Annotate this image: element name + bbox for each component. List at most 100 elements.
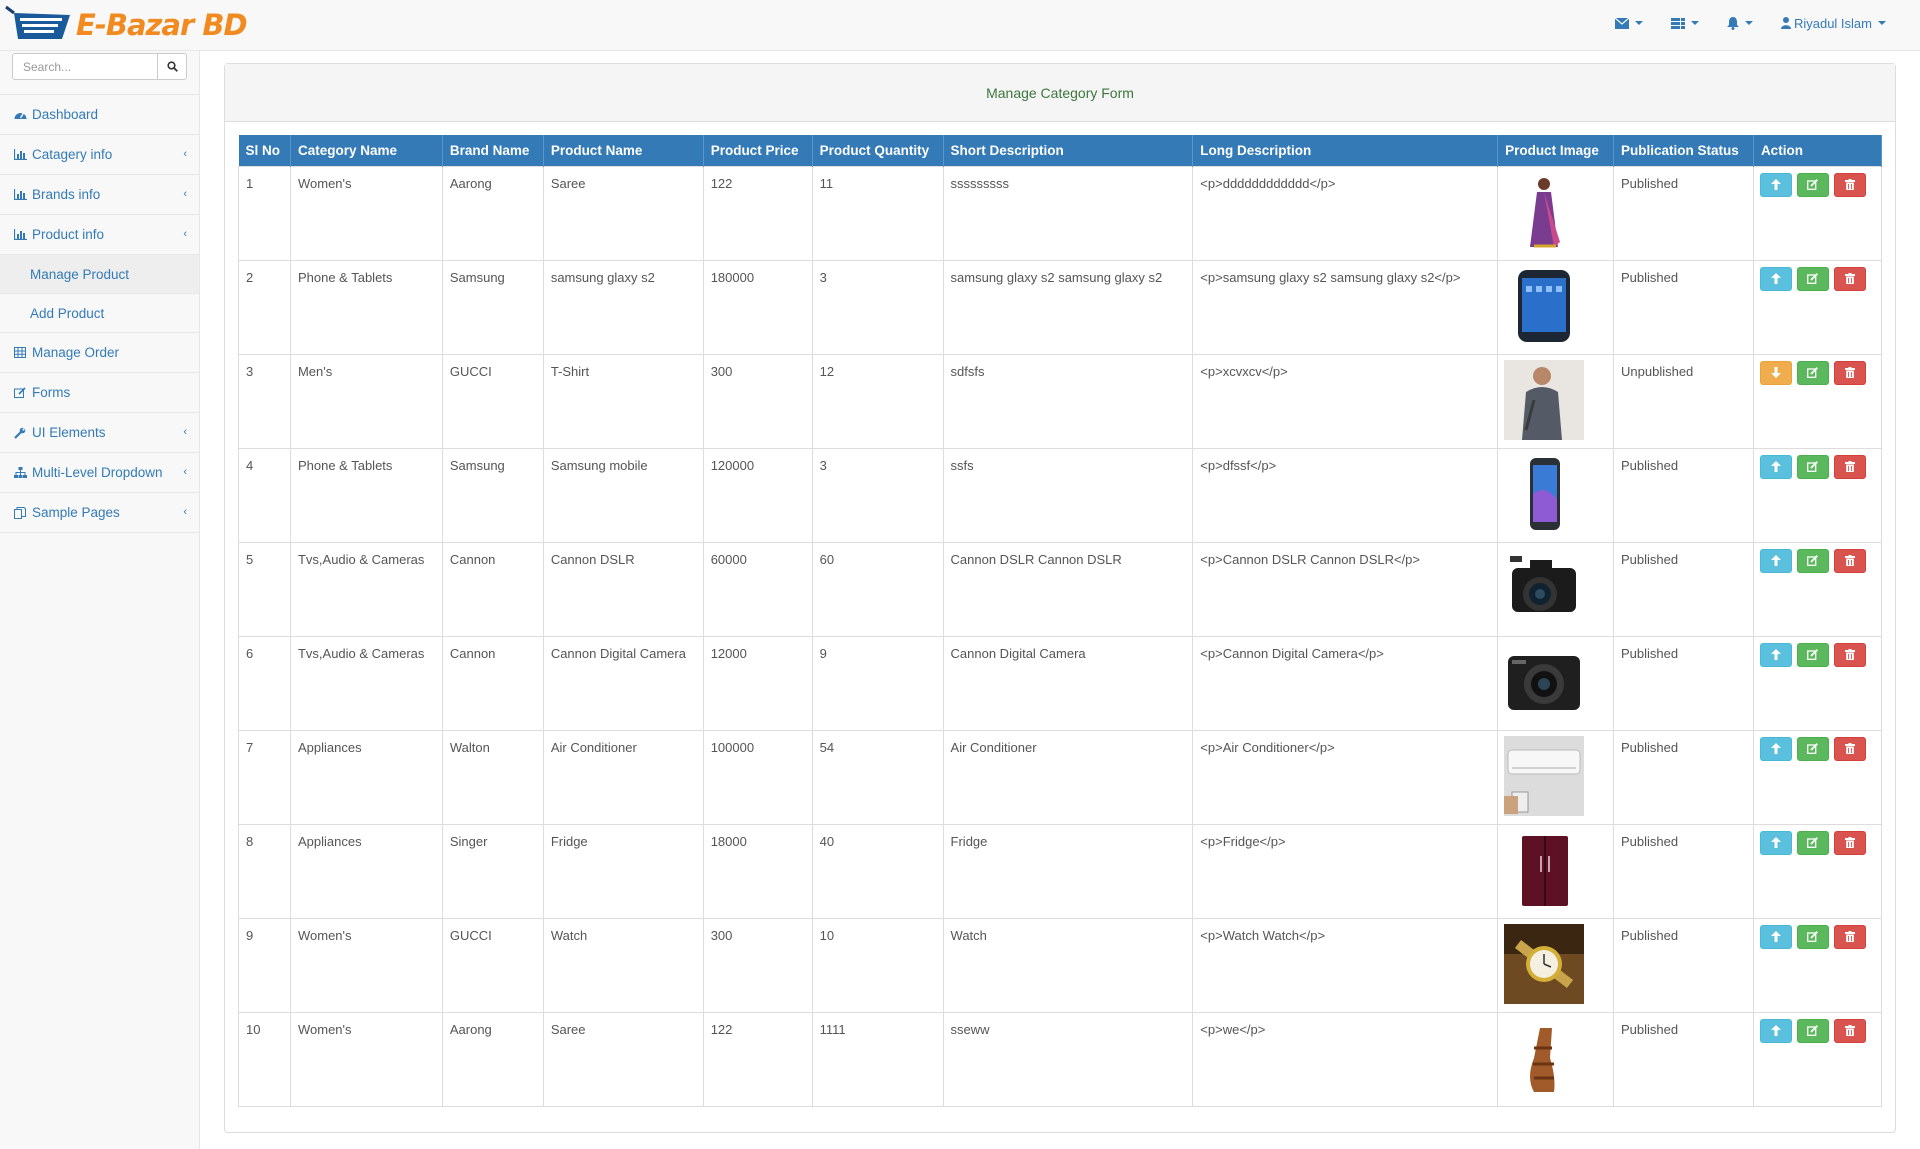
sidebar-item-product-info[interactable]: Product info ‹ xyxy=(0,215,199,255)
cell-product-quantity: 11 xyxy=(811,165,944,261)
sidebar-item-forms[interactable]: Forms xyxy=(0,373,199,413)
caret-down-icon xyxy=(1634,21,1643,25)
delete-button[interactable] xyxy=(1833,924,1866,949)
cell-product-quantity: 40 xyxy=(811,823,944,919)
action-buttons xyxy=(1759,642,1875,667)
sidebar-item-manage-order[interactable]: Manage Order xyxy=(0,333,199,373)
user-dropdown[interactable]: Riyadul Islam xyxy=(1767,0,1900,46)
th-publication-status[interactable]: Publication Status xyxy=(1613,135,1754,166)
edit-icon xyxy=(13,387,27,398)
delete-button[interactable] xyxy=(1833,454,1866,479)
th-product-quantity[interactable]: Product Quantity xyxy=(812,135,944,166)
action-buttons xyxy=(1759,830,1875,855)
sidebar-item-dashboard[interactable]: Dashboard xyxy=(0,95,199,135)
edit-button[interactable] xyxy=(1796,266,1829,291)
edit-button[interactable] xyxy=(1796,1018,1829,1043)
cell-brand-name: Walton xyxy=(441,729,544,825)
cell-category-name: Women's xyxy=(289,165,443,261)
cell-action xyxy=(1752,1011,1883,1107)
cell-sl-no: 7 xyxy=(238,729,291,825)
brand-logo[interactable]: E-Bazar BD xyxy=(4,2,248,48)
action-buttons xyxy=(1759,736,1875,761)
sidebar-item-ui-elements[interactable]: UI Elements ‹ xyxy=(0,413,199,453)
sitemap-icon xyxy=(13,467,27,478)
unpublish-button[interactable] xyxy=(1759,266,1792,291)
cell-publication-status: Published xyxy=(1613,447,1754,543)
edit-button[interactable] xyxy=(1796,642,1829,667)
cell-product-image xyxy=(1497,259,1615,355)
product-image-sandal xyxy=(1504,1017,1585,1098)
edit-button[interactable] xyxy=(1796,172,1829,197)
delete-button[interactable] xyxy=(1833,172,1866,197)
delete-button[interactable] xyxy=(1833,1018,1866,1043)
cell-category-name: Phone & Tablets xyxy=(289,259,443,355)
sidebar-item-multi-level-dropdown[interactable]: Multi-Level Dropdown ‹ xyxy=(0,453,199,493)
cell-product-image xyxy=(1497,729,1615,825)
th-long-description[interactable]: Long Description xyxy=(1192,135,1499,166)
brand-name: E-Bazar BD xyxy=(76,8,248,42)
cell-product-image xyxy=(1497,541,1615,637)
cell-sl-no: 8 xyxy=(238,823,291,919)
search-button[interactable] xyxy=(158,53,187,80)
caret-down-icon xyxy=(1690,21,1699,25)
unpublish-button[interactable] xyxy=(1759,454,1792,479)
th-product-name[interactable]: Product Name xyxy=(543,135,704,166)
th-product-image[interactable]: Product Image xyxy=(1497,135,1615,166)
chevron-left-icon: ‹ xyxy=(183,188,187,200)
cell-action xyxy=(1752,541,1883,637)
unpublish-button[interactable] xyxy=(1759,830,1792,855)
alerts-dropdown[interactable] xyxy=(1713,0,1767,46)
th-sl-no[interactable]: Sl No xyxy=(238,135,291,166)
cell-brand-name: GUCCI xyxy=(441,917,544,1013)
search-input[interactable] xyxy=(12,53,158,80)
delete-button[interactable] xyxy=(1833,266,1866,291)
sidebar-item-catagery-info[interactable]: Catagery info ‹ xyxy=(0,135,199,175)
cell-action xyxy=(1752,165,1883,261)
cell-product-price: 12000 xyxy=(702,635,813,731)
tasks-icon xyxy=(1670,17,1685,29)
action-buttons xyxy=(1759,266,1875,291)
edit-icon xyxy=(1807,743,1819,754)
edit-button[interactable] xyxy=(1796,548,1829,573)
unpublish-button[interactable] xyxy=(1759,1018,1792,1043)
delete-button[interactable] xyxy=(1833,736,1866,761)
sidebar-subitem-manage-product[interactable]: Manage Product xyxy=(0,255,199,294)
delete-button[interactable] xyxy=(1833,548,1866,573)
sidebar-item-label: Manage Product xyxy=(30,266,130,282)
sidebar-item-sample-pages[interactable]: Sample Pages ‹ xyxy=(0,493,199,533)
edit-button[interactable] xyxy=(1796,830,1829,855)
publish-button[interactable] xyxy=(1759,360,1792,385)
action-buttons xyxy=(1759,172,1875,197)
th-brand-name[interactable]: Brand Name xyxy=(442,135,544,166)
unpublish-button[interactable] xyxy=(1759,548,1792,573)
edit-button[interactable] xyxy=(1796,454,1829,479)
unpublish-button[interactable] xyxy=(1759,172,1792,197)
messages-dropdown[interactable] xyxy=(1601,0,1657,46)
delete-button[interactable] xyxy=(1833,642,1866,667)
unpublish-button[interactable] xyxy=(1759,736,1792,761)
arrow-up-icon xyxy=(1770,273,1781,284)
tasks-dropdown[interactable] xyxy=(1657,0,1713,46)
cell-short-description: samsung glaxy s2 samsung glaxy s2 xyxy=(942,259,1194,355)
delete-button[interactable] xyxy=(1833,360,1866,385)
th-product-price[interactable]: Product Price xyxy=(703,135,813,166)
cell-publication-status: Published xyxy=(1613,729,1754,825)
arrow-down-icon xyxy=(1770,367,1781,378)
cell-action xyxy=(1752,635,1883,731)
edit-button[interactable] xyxy=(1796,736,1829,761)
edit-button[interactable] xyxy=(1796,924,1829,949)
arrow-up-icon xyxy=(1770,931,1781,942)
unpublish-button[interactable] xyxy=(1759,642,1792,667)
sidebar-item-brands-info[interactable]: Brands info ‹ xyxy=(0,175,199,215)
unpublish-button[interactable] xyxy=(1759,924,1792,949)
sidebar-subitem-add-product[interactable]: Add Product xyxy=(0,294,199,333)
th-short-description[interactable]: Short Description xyxy=(943,135,1194,166)
th-action: Action xyxy=(1753,135,1883,166)
th-category-name[interactable]: Category Name xyxy=(290,135,443,166)
cell-product-price: 300 xyxy=(702,917,813,1013)
cell-long-description: <p>samsung glaxy s2 samsung glaxy s2</p> xyxy=(1192,259,1499,355)
cell-category-name: Tvs,Audio & Cameras xyxy=(289,635,443,731)
delete-button[interactable] xyxy=(1833,830,1866,855)
edit-button[interactable] xyxy=(1796,360,1829,385)
product-image-man xyxy=(1504,359,1585,440)
